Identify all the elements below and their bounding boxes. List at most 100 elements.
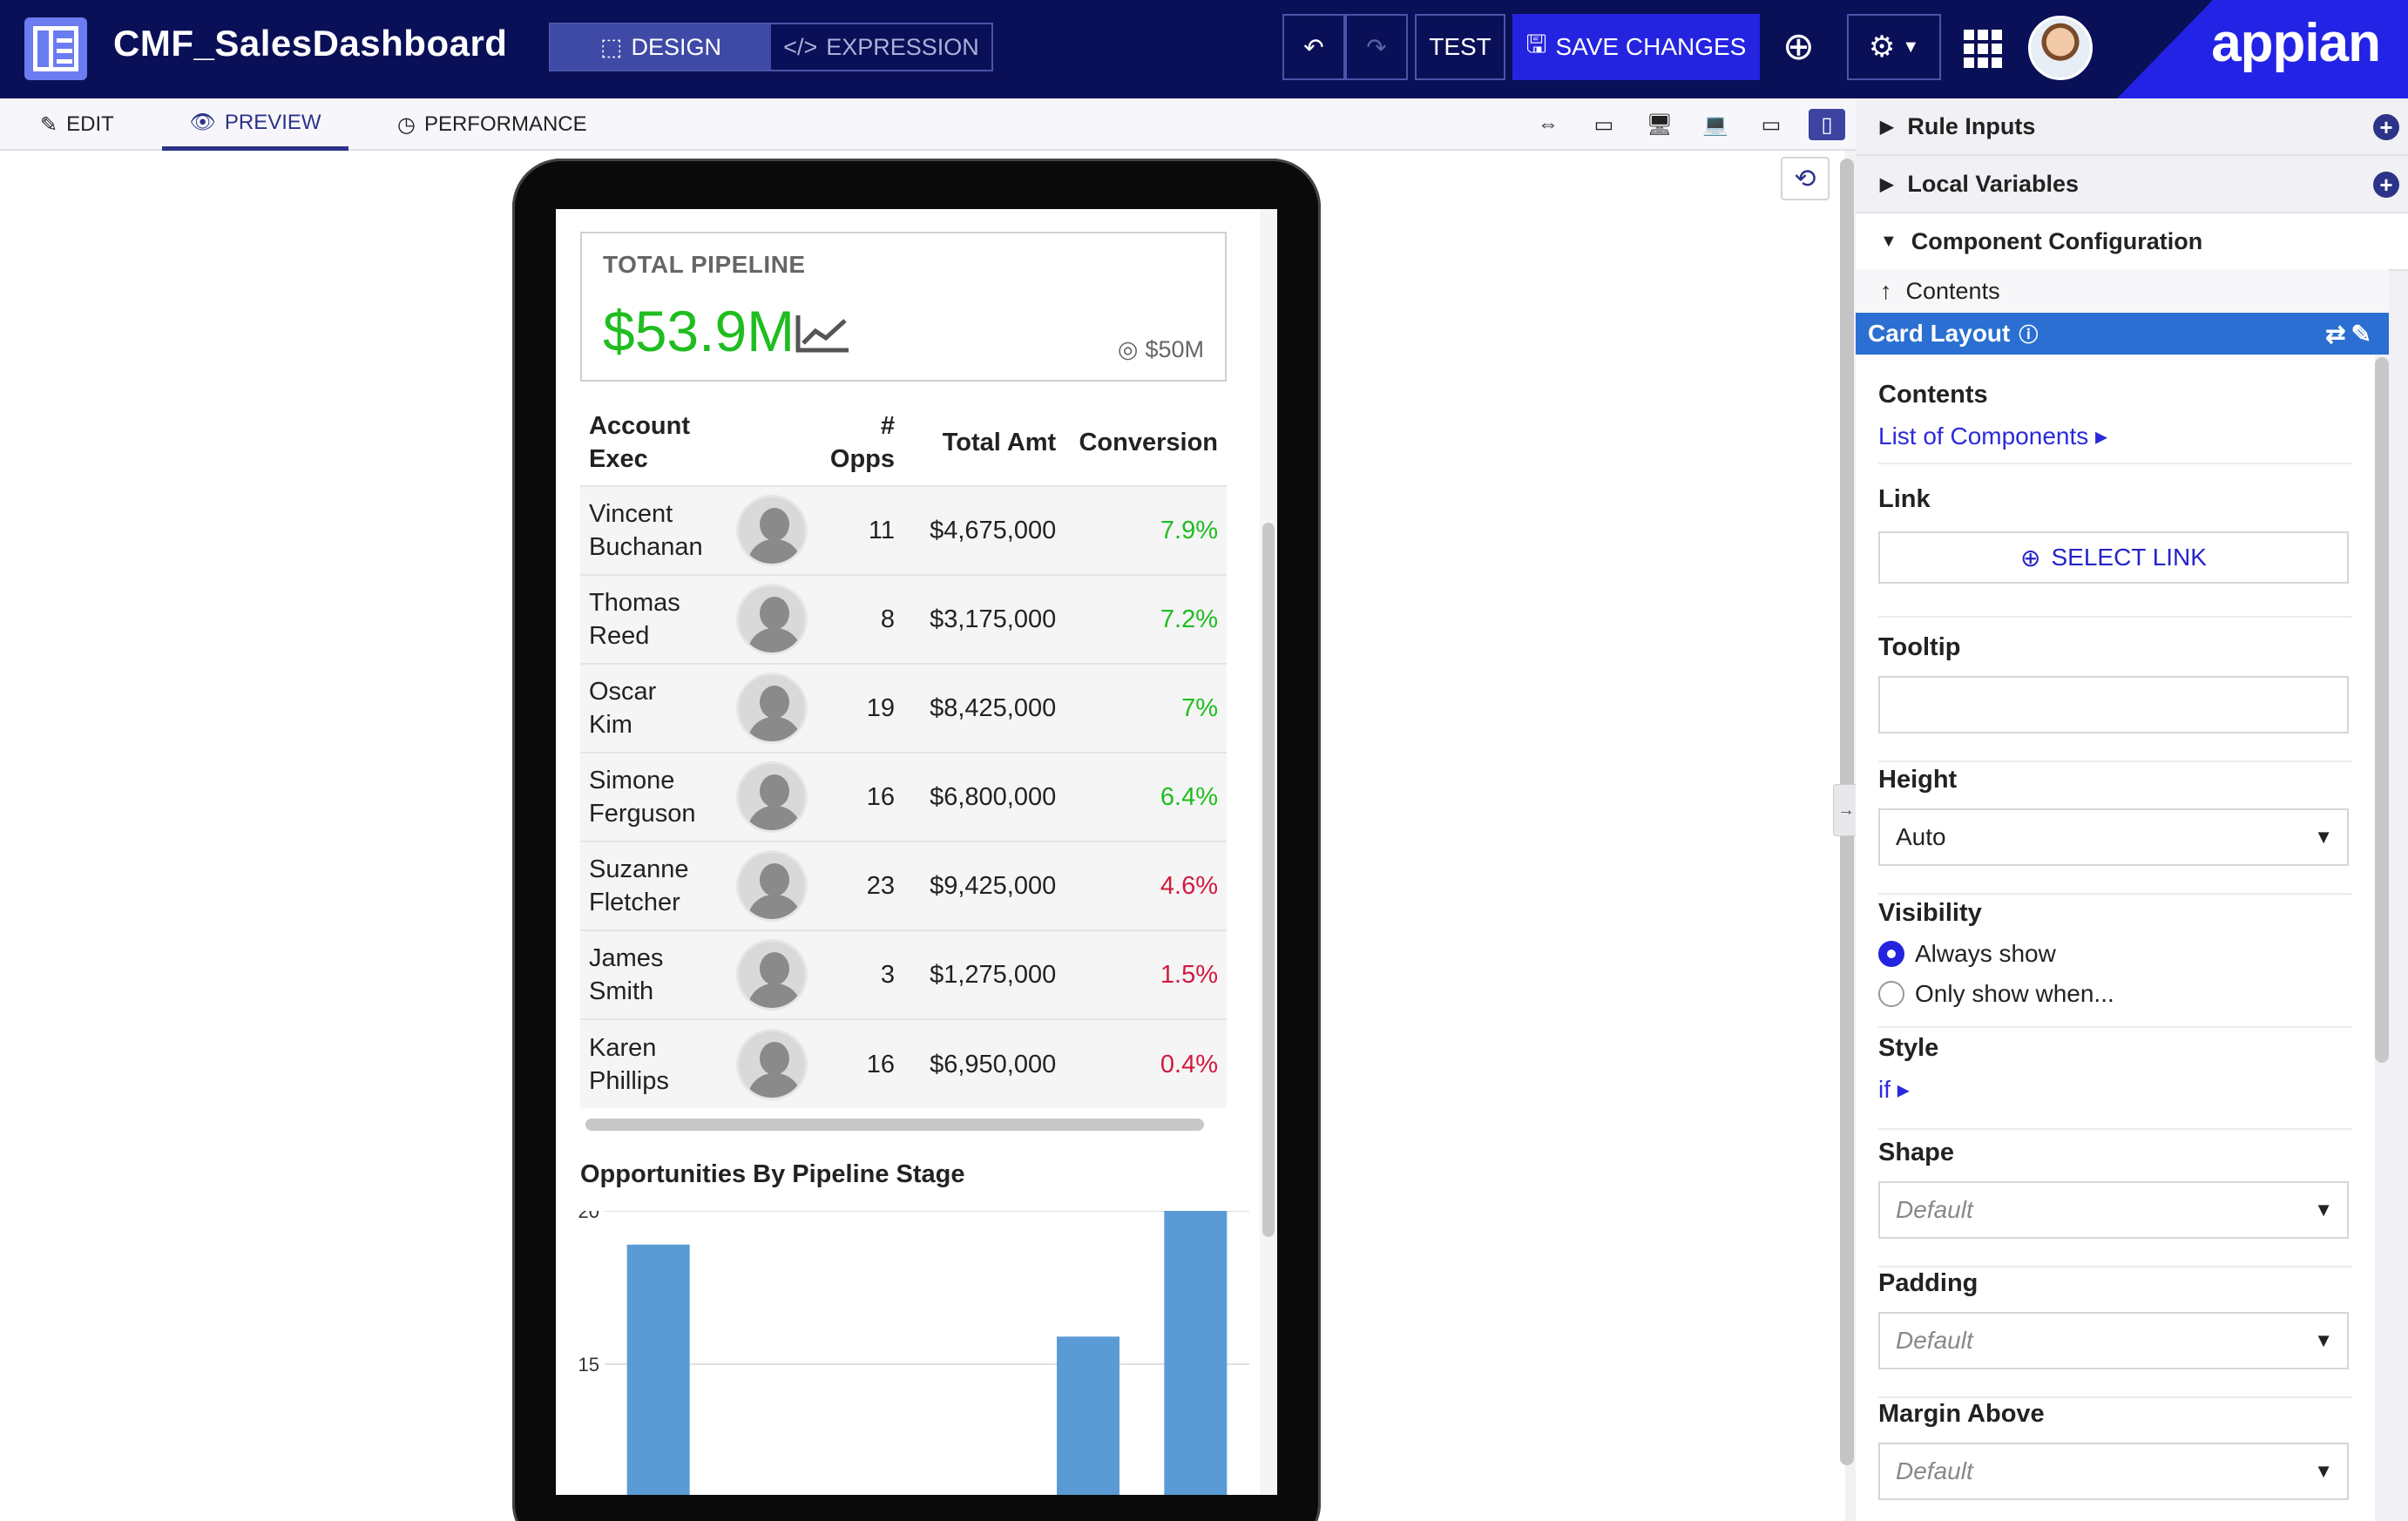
redo-button[interactable]: ↷	[1345, 14, 1408, 80]
kpi-value: $53.9M	[603, 299, 795, 363]
exec-avatar-cell	[727, 930, 817, 1019]
tooltip-field[interactable]	[1878, 676, 2349, 733]
pipeline-stage-bar-chart: 2015	[578, 1211, 1249, 1495]
header-account-exec[interactable]: Account Exec	[580, 399, 727, 486]
shape-select[interactable]: Default ▼	[1878, 1181, 2349, 1239]
app-launcher-icon[interactable]	[1964, 30, 2002, 68]
expression-mode-button[interactable]: </> EXPRESSION	[771, 24, 991, 70]
floppy-disk-icon: 🖫	[1525, 30, 1547, 57]
margin-above-select[interactable]: Default ▼	[1878, 1443, 2349, 1500]
design-mode-button[interactable]: ⬚ DESIGN	[551, 24, 771, 70]
caret-down-icon: ▼	[2314, 826, 2333, 848]
settings-menu-button[interactable]: ⚙ ▼	[1847, 14, 1941, 80]
padding-select[interactable]: Default ▼	[1878, 1312, 2349, 1369]
add-rule-input-button[interactable]: +	[2373, 114, 2399, 140]
opps-cell: 16	[816, 752, 904, 842]
tab-performance[interactable]: ◷ PERFORMANCE	[397, 98, 587, 151]
properties-list: Contents List of Components ▸ Link ⊕ SEL…	[1856, 355, 2375, 1521]
gear-icon: ⚙	[1868, 30, 1896, 64]
local-variables-section[interactable]: ▶ Local Variables +	[1856, 156, 2408, 213]
header-total-amt[interactable]: Total Amt	[903, 399, 1065, 486]
visibility-conditional-option[interactable]: Only show when...	[1878, 980, 2352, 1008]
caret-down-icon: ▼	[2314, 1329, 2333, 1351]
prop-style: Style if ▸	[1878, 1034, 2352, 1130]
chevron-down-icon: ▼	[1902, 37, 1920, 57]
list-of-components-link[interactable]: List of Components ▸	[1878, 422, 2352, 450]
opps-cell: 8	[816, 574, 904, 664]
chart-bar[interactable]	[626, 1244, 690, 1495]
opps-cell: 3	[816, 930, 904, 1019]
code-icon: </>	[783, 33, 818, 60]
swap-icon[interactable]: ⇄	[2325, 321, 2351, 348]
conversion-cell: 6.4%	[1065, 752, 1227, 842]
add-local-variable-button[interactable]: +	[2373, 172, 2399, 198]
contents-nav-link[interactable]: ↑ Contents	[1856, 269, 2389, 313]
amount-cell: $9,425,000	[903, 841, 1065, 930]
amount-cell: $3,175,000	[903, 574, 1065, 664]
select-link-button[interactable]: ⊕ SELECT LINK	[1878, 531, 2349, 584]
person-avatar-icon	[736, 673, 808, 744]
table-row: Suzanne Fletcher 23 $9,425,000 4.6%	[580, 841, 1227, 930]
chart-bar[interactable]	[1164, 1211, 1228, 1495]
globe-search-icon[interactable]: ⊕	[1782, 24, 1815, 69]
table-horizontal-scrollbar[interactable]	[585, 1119, 1204, 1131]
undo-button[interactable]: ↶	[1282, 14, 1345, 80]
save-changes-button[interactable]: 🖫 SAVE CHANGES	[1512, 14, 1760, 80]
prop-visibility: Visibility Always show Only show when...	[1878, 899, 2352, 1028]
help-icon[interactable]: ⓘ	[2019, 320, 2038, 348]
y-tick-label: 15	[578, 1354, 599, 1376]
height-select[interactable]: Auto ▼	[1878, 808, 2349, 866]
user-avatar[interactable]	[2028, 16, 2093, 80]
exec-name-cell: Suzanne Fletcher	[580, 841, 728, 930]
opps-cell: 11	[816, 485, 904, 575]
top-bar: CMF_SalesDashboard ⬚ DESIGN </> EXPRESSI…	[0, 0, 2408, 98]
visibility-always-option[interactable]: Always show	[1878, 940, 2352, 968]
conversion-cell: 7.9%	[1065, 485, 1227, 575]
table-row: Vincent Buchanan 11 $4,675,000 7.9%	[580, 485, 1227, 575]
tablet-landscape-icon[interactable]: ▭	[1753, 109, 1789, 140]
header-opps[interactable]: # Opps	[816, 399, 903, 486]
desktop-icon[interactable]: 🖥	[1641, 109, 1678, 140]
mode-toggle: ⬚ DESIGN </> EXPRESSION	[549, 23, 993, 71]
caret-down-icon: ▼	[1880, 231, 1897, 251]
exec-name-cell: James Smith	[580, 930, 728, 1019]
prop-link: Link ⊕ SELECT LINK	[1878, 485, 2352, 618]
table-row: Thomas Reed 8 $3,175,000 7.2%	[580, 574, 1227, 664]
redo-icon: ↷	[1366, 33, 1387, 61]
person-avatar-icon	[736, 850, 808, 922]
header-avatar	[727, 399, 816, 486]
edit-icon: ✎	[40, 112, 58, 137]
rule-inputs-section[interactable]: ▶ Rule Inputs +	[1856, 98, 2408, 156]
rotate-device-button[interactable]: ⟲	[1781, 157, 1830, 200]
radio-selected[interactable]	[1878, 941, 1904, 967]
interface-icon	[24, 17, 87, 80]
amount-cell: $8,425,000	[903, 663, 1065, 753]
eye-icon: 👁	[189, 111, 216, 134]
clock-icon: ◷	[397, 112, 416, 137]
component-configuration-section[interactable]: ▼ Component Configuration	[1856, 213, 2408, 271]
preview-scrollbar[interactable]	[1260, 209, 1277, 1495]
configuration-panel: ▶ Rule Inputs + ▶ Local Variables + ▼ Co…	[1856, 98, 2408, 1521]
test-button[interactable]: TEST	[1415, 14, 1505, 80]
desktop-wide-icon[interactable]: ▭	[1586, 109, 1622, 140]
kpi-title: TOTAL PIPELINE	[603, 251, 806, 278]
radio-unselected[interactable]	[1878, 981, 1904, 1007]
edit-icon[interactable]: ✎	[2351, 321, 2377, 348]
conversion-cell: 7.2%	[1065, 574, 1227, 664]
laptop-icon[interactable]: 💻	[1697, 109, 1734, 140]
exec-name-cell: Simone Ferguson	[580, 752, 728, 842]
person-avatar-icon	[736, 584, 808, 655]
fit-width-icon[interactable]: ⇔	[1530, 109, 1566, 140]
exec-avatar-cell	[727, 1018, 817, 1108]
tab-edit[interactable]: ✎ EDIT	[40, 98, 114, 151]
tab-preview[interactable]: 👁 PREVIEW	[162, 98, 348, 151]
chart-bar[interactable]	[1057, 1336, 1119, 1495]
exec-avatar-cell	[727, 485, 817, 575]
phone-icon[interactable]: ▯	[1809, 109, 1845, 140]
amount-cell: $6,950,000	[903, 1018, 1065, 1108]
properties-scrollbar[interactable]	[2375, 357, 2389, 1063]
style-expression-link[interactable]: if ▸	[1878, 1075, 2352, 1104]
view-toolbar: ✎ EDIT 👁 PREVIEW ◷ PERFORMANCE ⇔ ▭ 🖥 💻 ▭…	[0, 98, 1856, 151]
exec-name-cell: Vincent Buchanan	[580, 485, 728, 575]
header-conversion[interactable]: Conversion	[1065, 399, 1227, 486]
